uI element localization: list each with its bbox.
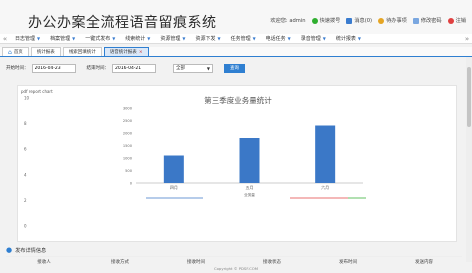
nav-item-resource-dispatch[interactable]: 资源下发 ▼ <box>190 35 225 42</box>
header: 办公办案全流程语音留痕系统 欢迎您: admin 快速拨号 消息(0) 待办事项… <box>0 0 472 34</box>
logout-link[interactable]: 注销 <box>447 17 466 24</box>
chevron-down-icon: ▼ <box>206 65 210 71</box>
column-header[interactable]: 接收人 <box>6 257 82 265</box>
scope-select[interactable]: 全部 ▼ <box>173 63 213 73</box>
y-tick-label: 3000 <box>123 107 133 111</box>
mail-icon <box>346 17 353 24</box>
outer-y-tick-label: 8 <box>24 121 27 126</box>
nav-item-publish[interactable]: 一键式发布 ▼ <box>80 35 120 42</box>
nav-left-arrow-icon[interactable]: « <box>0 35 10 43</box>
change-password-link[interactable]: 修改密码 <box>412 17 442 24</box>
caret-down-icon: ▼ <box>72 36 76 41</box>
caret-down-icon: ▼ <box>252 36 256 41</box>
x-tick-label: 五月 <box>246 185 254 190</box>
close-icon[interactable]: × <box>139 50 143 55</box>
nav-item-task[interactable]: 任务管理 ▼ <box>226 35 261 42</box>
query-button[interactable]: 查询 <box>224 63 245 73</box>
business-volume-chart: 0 2 4 6 8 10 第三季度业务量统计 0 500 1000 1500 2000 2500 3000… <box>24 95 366 229</box>
y-tick-label: 2000 <box>123 132 133 136</box>
filter-bar: 开始时间： 结束时间： 全部▼ 查询 <box>6 62 245 74</box>
caret-down-icon: ▼ <box>322 36 326 41</box>
main-nav: « 日志管理 ▼ 档案管理 ▼ 一键式发布 ▼ 线索统计 ▼ 资源管理 ▼ 资源下发 ▼ 任… <box>0 34 472 44</box>
tab-home[interactable]: ⌂ 首页 <box>2 47 29 56</box>
y-tick-label: 0 <box>130 182 133 186</box>
tab-bar: ⌂ 首页 统计报表 线索回填统计 语音统计报表 × <box>0 47 472 57</box>
legend-label: 业务量 <box>244 192 255 197</box>
home-icon: ⌂ <box>8 48 12 56</box>
nav-item-phone-task[interactable]: 电话任务 ▼ <box>261 35 296 42</box>
quick-dial-link[interactable]: 快速拨号 <box>311 17 340 24</box>
caret-down-icon: ▼ <box>182 36 186 41</box>
nav-item-clue-stats[interactable]: 线索统计 ▼ <box>120 35 155 42</box>
footer-copyright: Copyright © PDSF.COM <box>213 266 259 271</box>
column-header[interactable]: 接收方式 <box>82 257 158 265</box>
bar <box>315 125 336 183</box>
user-icon <box>378 17 385 24</box>
column-header[interactable]: 接收状态 <box>234 257 310 265</box>
y-tick-label: 500 <box>125 169 133 173</box>
bar <box>163 155 184 183</box>
outer-y-tick-label: 6 <box>24 147 27 152</box>
outer-y-tick-label: 2 <box>24 198 27 203</box>
nav-right-arrow-icon[interactable]: » <box>462 35 472 43</box>
column-header[interactable]: 接收时间 <box>158 257 234 265</box>
nav-item-log[interactable]: 日志管理 ▼ <box>10 35 45 42</box>
scrollbar-thumb[interactable] <box>467 67 471 127</box>
power-icon <box>447 17 454 24</box>
caret-down-icon: ▼ <box>147 36 151 41</box>
column-header[interactable]: 发布时间 <box>310 257 386 265</box>
top-links: 欢迎您: admin 快速拨号 消息(0) 待办事项 修改密码 注销 <box>270 17 466 24</box>
todo-link[interactable]: 待办事项 <box>378 17 407 24</box>
nav-item-recording[interactable]: 录音管理 ▼ <box>296 35 331 42</box>
app-title: 办公办案全流程语音留痕系统 <box>28 15 217 31</box>
detail-table-header: 接收人 接收方式 接收时间 接收状态 发布时间 发送内容 <box>6 256 462 265</box>
caret-down-icon: ▼ <box>357 36 361 41</box>
y-tick-label: 1500 <box>123 144 133 148</box>
y-tick-label: 1000 <box>123 157 133 161</box>
caret-down-icon: ▼ <box>287 36 291 41</box>
nav-item-resource[interactable]: 资源管理 ▼ <box>155 35 190 42</box>
welcome-link[interactable]: 欢迎您: admin <box>270 17 305 24</box>
start-time-input[interactable] <box>31 63 76 73</box>
x-tick-label: 六月 <box>321 184 329 190</box>
user-icon: ● <box>6 246 13 254</box>
outer-y-tick-label: 0 <box>24 224 27 229</box>
section-title: ● 发布详情信息 <box>6 246 47 254</box>
tab-report[interactable]: 统计报表 <box>30 47 61 56</box>
nav-item-archive[interactable]: 档案管理 ▼ <box>45 35 80 42</box>
tab-clue-stats[interactable]: 线索回填统计 <box>62 47 102 56</box>
outer-y-tick-label: 4 <box>24 172 27 177</box>
chart-title: 第三季度业务量统计 <box>204 95 272 105</box>
start-time-label: 开始时间： <box>6 66 29 71</box>
end-time-input[interactable] <box>112 63 156 73</box>
caret-down-icon: ▼ <box>217 36 221 41</box>
caret-down-icon: ▼ <box>37 36 41 41</box>
outer-y-tick-label: 10 <box>24 96 30 101</box>
tab-voice-report[interactable]: 语音统计报表 × <box>103 47 149 56</box>
y-tick-label: 2500 <box>123 119 133 123</box>
caret-down-icon: ▼ <box>112 36 116 41</box>
chart-panel: pdf report chart 0 2 4 6 8 10 第三季度业务量统计 0 500 100… <box>17 85 457 242</box>
message-link[interactable]: 消息(0) <box>346 17 372 24</box>
phone-icon <box>311 17 318 24</box>
column-header[interactable]: 发送内容 <box>386 257 462 265</box>
x-tick-label: 四月 <box>170 185 178 190</box>
bar <box>239 138 260 183</box>
key-icon <box>412 17 419 24</box>
end-time-label: 结束时间： <box>86 66 110 71</box>
vertical-scrollbar[interactable] <box>466 57 472 262</box>
nav-item-report[interactable]: 统计报表 ▼ <box>331 35 366 42</box>
